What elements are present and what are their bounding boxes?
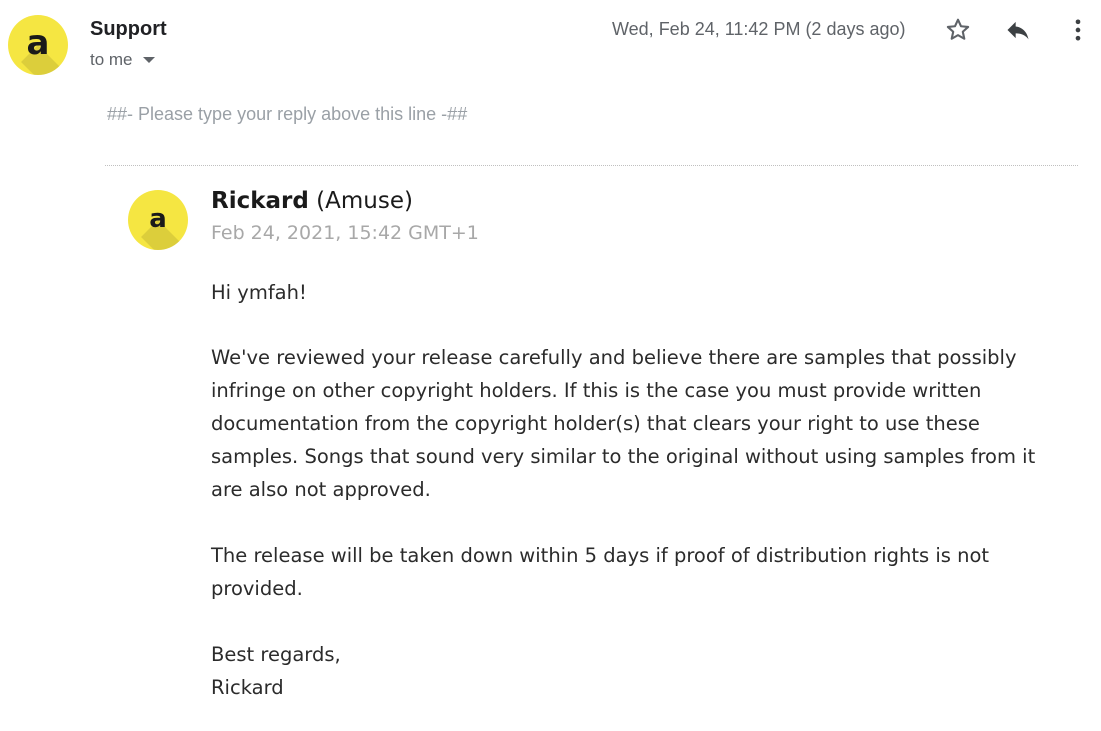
star-icon xyxy=(946,18,970,40)
reply-above-line-marker: ##- Please type your reply above this li… xyxy=(107,104,468,124)
recipient-line: to me xyxy=(90,50,155,70)
quoted-author-avatar: a xyxy=(128,190,188,250)
paragraph-line: samples. Songs that sound very similar t… xyxy=(211,445,1036,468)
quote-divider xyxy=(105,165,1078,166)
avatar-letter: a xyxy=(149,203,167,234)
paragraph-line: documentation from the copyright holder(… xyxy=(211,412,980,435)
quoted-author-name: Rickard xyxy=(211,188,309,214)
quoted-author-org: (Amuse) xyxy=(316,188,413,214)
reply-icon xyxy=(1007,21,1029,40)
quoted-author: Rickard (Amuse) xyxy=(211,188,413,214)
more-options-button[interactable] xyxy=(1062,14,1094,46)
closing-text: Best regards, xyxy=(211,643,341,666)
message-timestamp: Wed, Feb 24, 11:42 PM (2 days ago) xyxy=(612,19,906,39)
quoted-date: Feb 24, 2021, 15:42 GMT+1 xyxy=(211,222,479,244)
more-vert-icon xyxy=(1075,19,1081,41)
greeting: Hi ymfah! xyxy=(211,276,1091,309)
paragraph-line: are also not approved. xyxy=(211,478,431,501)
review-paragraph: We've reviewed your release carefully an… xyxy=(211,341,1091,506)
recipient-text: to me xyxy=(90,50,133,69)
signature-text: Rickard xyxy=(211,676,284,699)
reply-button[interactable] xyxy=(1002,14,1034,46)
paragraph-line: provided. xyxy=(211,577,303,600)
paragraph-line: infringe on other copyright holders. If … xyxy=(211,379,982,402)
avatar-letter: a xyxy=(26,23,50,63)
caret-down-icon[interactable] xyxy=(142,57,155,63)
paragraph-line: We've reviewed your release carefully an… xyxy=(211,346,1017,369)
star-button[interactable] xyxy=(942,14,974,46)
sign-off: Best regards, Rickard xyxy=(211,638,1091,704)
paragraph-line: The release will be taken down within 5 … xyxy=(211,544,990,567)
sender-avatar[interactable]: a xyxy=(8,15,68,75)
sender-name[interactable]: Support xyxy=(90,18,167,41)
greeting-text: Hi ymfah! xyxy=(211,281,307,304)
takedown-paragraph: The release will be taken down within 5 … xyxy=(211,539,1091,605)
